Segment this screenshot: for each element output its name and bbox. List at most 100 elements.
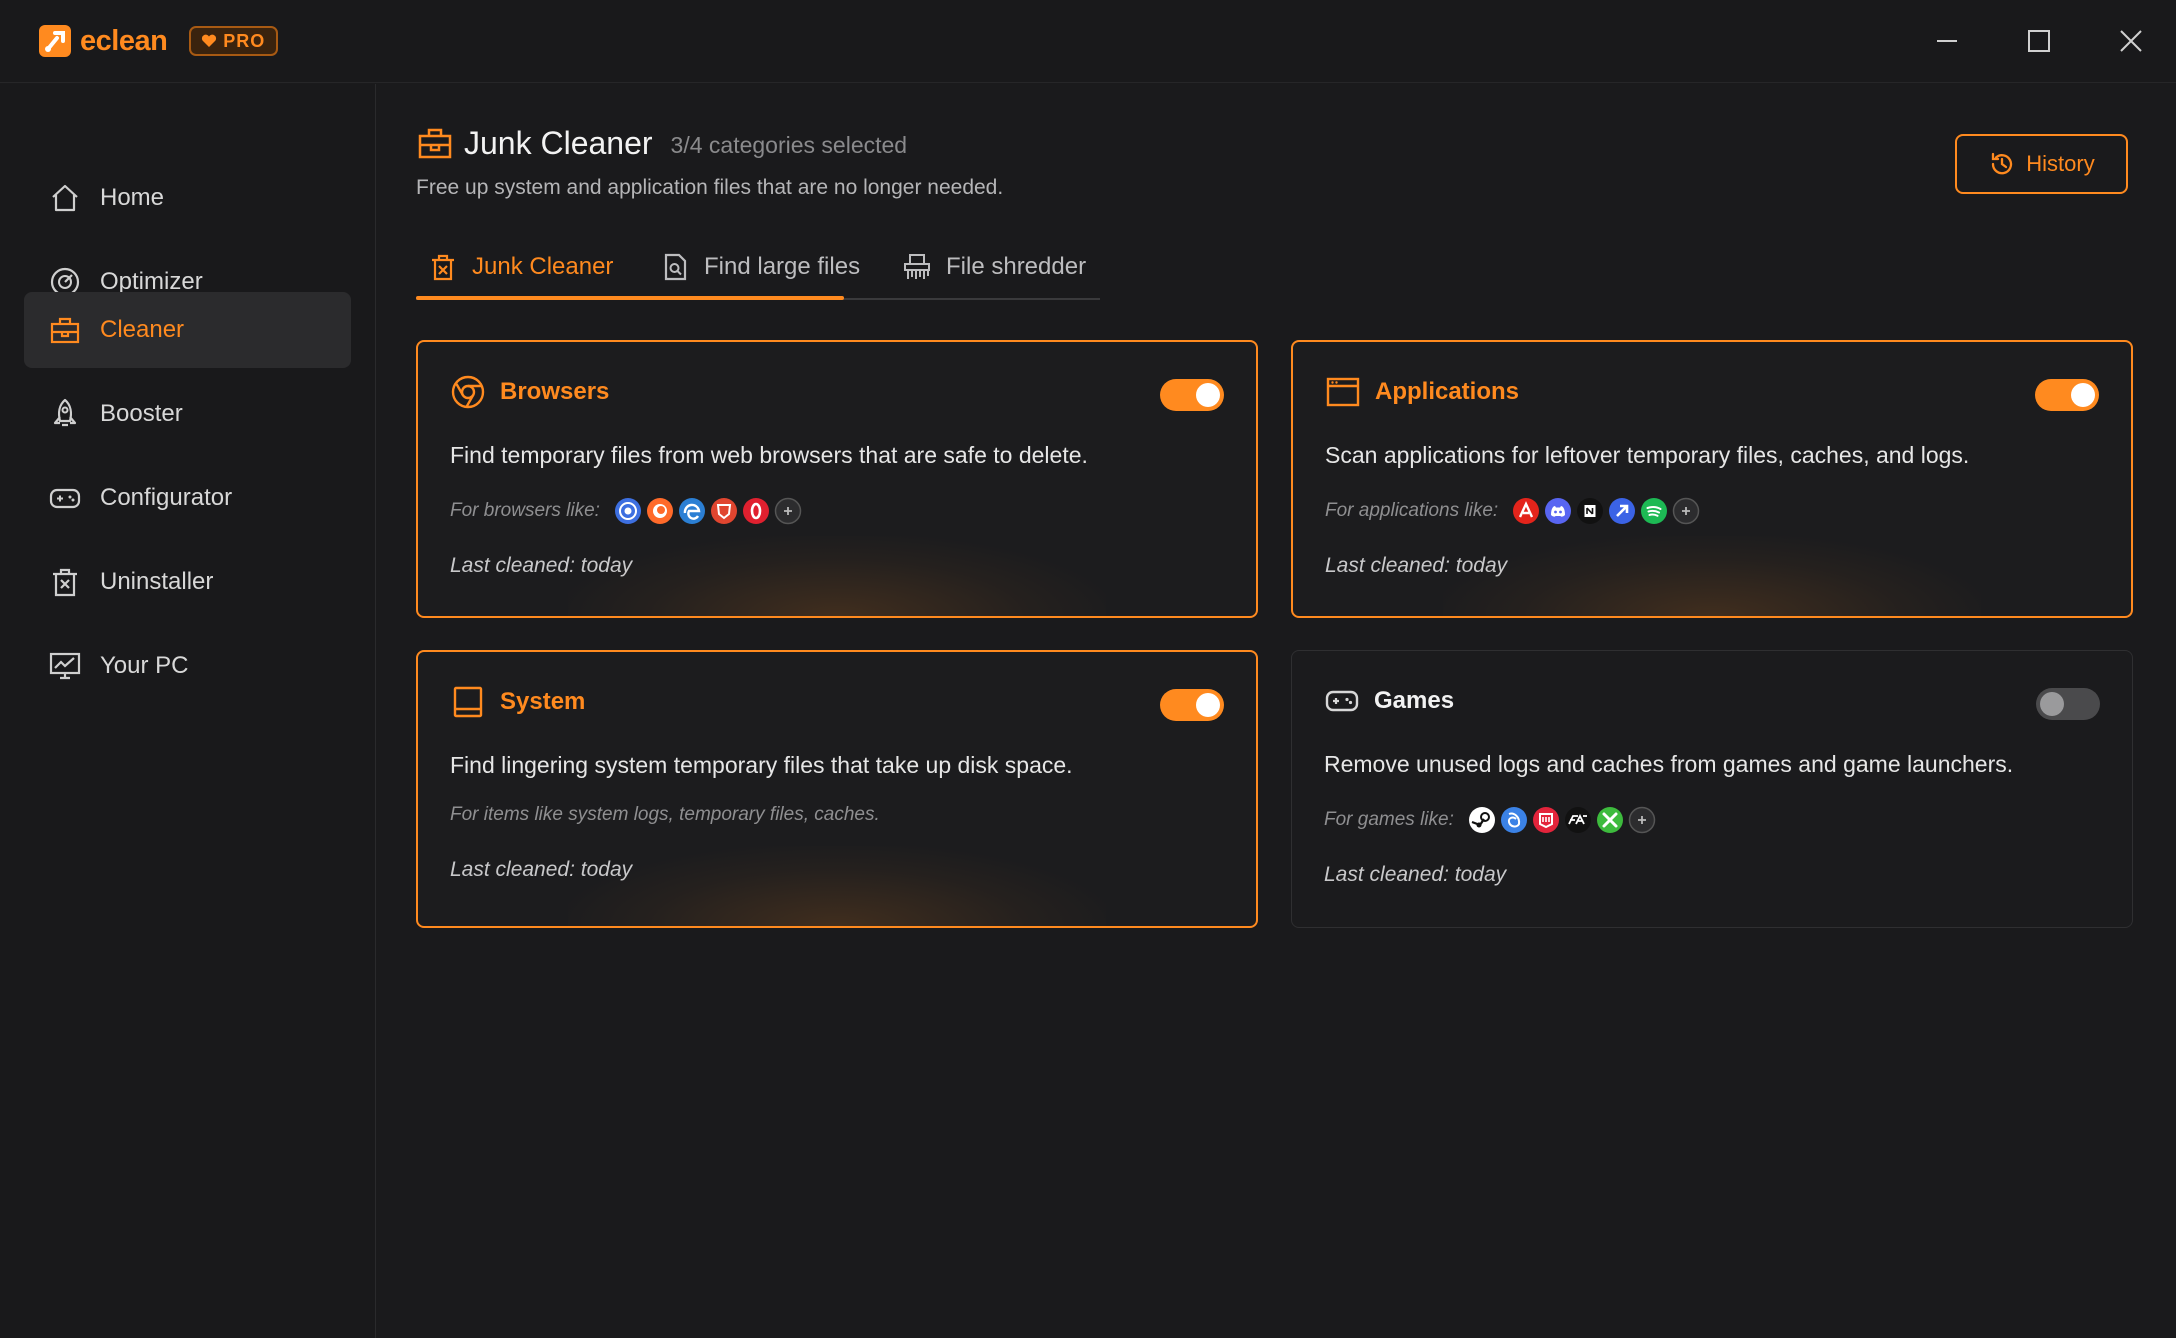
sidebar-item-label: Booster xyxy=(100,400,183,427)
tab-bar: Junk Cleaner Find large files File shred… xyxy=(416,236,1100,300)
close-icon xyxy=(2120,30,2142,52)
chrome-icon xyxy=(614,498,641,524)
adobe-icon xyxy=(1513,498,1540,524)
sidebar-item-label: Home xyxy=(100,184,165,211)
sidebar: Home Optimizer Cleaner Booster Configura… xyxy=(0,84,376,1338)
tab-file-shredder[interactable]: File shredder xyxy=(902,242,1086,292)
tab-junk-cleaner[interactable]: Junk Cleaner xyxy=(428,242,613,292)
card-title: System xyxy=(500,688,586,715)
more-icon xyxy=(1628,806,1656,834)
system-toggle[interactable] xyxy=(1160,689,1224,721)
category-card-applications[interactable]: Applications Scan applications for lefto… xyxy=(1291,340,2133,618)
maximize-icon xyxy=(2028,30,2050,52)
toolbox-icon xyxy=(418,128,452,159)
examples-label: For applications like: xyxy=(1325,500,1499,521)
page-header: Junk Cleaner 3/4 categories selected Fre… xyxy=(416,124,1003,200)
last-cleaned: Last cleaned: today xyxy=(1324,863,1507,886)
sidebar-item-label: Configurator xyxy=(100,484,233,511)
last-cleaned: Last cleaned: today xyxy=(1325,554,1508,577)
active-tab-indicator xyxy=(416,296,844,300)
ea-icon xyxy=(1564,807,1591,833)
sidebar-item-label: Cleaner xyxy=(100,316,185,343)
last-cleaned: Last cleaned: today xyxy=(450,554,633,577)
sidebar-item-label: Uninstaller xyxy=(100,568,214,595)
firefox-icon xyxy=(646,498,673,524)
laptop-icon xyxy=(453,686,483,718)
history-label: History xyxy=(2026,151,2095,176)
history-button[interactable]: History xyxy=(1955,134,2128,194)
toggle-knob xyxy=(1196,693,1220,717)
card-title: Games xyxy=(1374,687,1455,714)
battlenet-icon xyxy=(1500,807,1527,833)
examples-label: For games like: xyxy=(1324,809,1454,830)
more-icon xyxy=(1672,497,1700,525)
card-description: Find lingering system temporary files th… xyxy=(450,752,1073,778)
card-examples: For games like: xyxy=(1324,806,1656,834)
browsers-toggle[interactable] xyxy=(1160,379,1224,411)
card-description: Remove unused logs and caches from games… xyxy=(1324,751,2014,777)
card-description: Find temporary files from web browsers t… xyxy=(450,442,1088,468)
minimize-icon xyxy=(1937,40,1957,42)
examples-label: For items like system logs, temporary fi… xyxy=(450,804,880,825)
examples-label: For browsers like: xyxy=(450,500,600,521)
xbox-icon xyxy=(1596,807,1623,833)
sidebar-item-booster[interactable]: Booster xyxy=(24,376,351,452)
minimize-button[interactable] xyxy=(1928,22,1966,60)
sidebar-item-uninstaller[interactable]: Uninstaller xyxy=(24,544,351,620)
app-name: eclean xyxy=(80,25,168,57)
toolbox-icon xyxy=(50,317,80,344)
gamepad-icon xyxy=(1325,690,1359,712)
heart-icon xyxy=(202,34,217,47)
sidebar-item-configurator[interactable]: Configurator xyxy=(24,460,351,536)
tab-find-large-files[interactable]: Find large files xyxy=(660,242,860,292)
card-description: Scan applications for leftover temporary… xyxy=(1325,442,1970,468)
page-title: Junk Cleaner xyxy=(464,124,653,161)
file-search-icon xyxy=(664,253,687,281)
brave-icon xyxy=(710,498,737,524)
edge-icon xyxy=(678,498,705,524)
epic-icon xyxy=(1532,807,1559,833)
applications-toggle[interactable] xyxy=(2035,379,2099,411)
trash-icon xyxy=(53,568,77,597)
rocket-icon xyxy=(53,398,77,427)
notion-icon xyxy=(1577,498,1604,524)
gamepad-icon xyxy=(49,488,81,509)
history-icon xyxy=(1992,152,2013,175)
last-cleaned: Last cleaned: today xyxy=(450,858,633,881)
games-toggle[interactable] xyxy=(2036,688,2100,720)
steam-icon xyxy=(1468,807,1495,833)
tab-label: File shredder xyxy=(946,253,1087,280)
more-icon xyxy=(774,497,802,525)
discord-icon xyxy=(1545,498,1572,524)
category-card-system[interactable]: System Find lingering system temporary f… xyxy=(416,650,1258,928)
monitor-chart-icon xyxy=(49,652,81,680)
zoom-icon xyxy=(1609,498,1636,524)
trash-tab-icon xyxy=(432,254,454,281)
tab-label: Junk Cleaner xyxy=(472,253,614,280)
category-card-games[interactable]: Games Remove unused logs and caches from… xyxy=(1291,650,2133,928)
sidebar-item-label: Your PC xyxy=(100,652,189,679)
close-button[interactable] xyxy=(2112,22,2150,60)
tab-label: Find large files xyxy=(704,253,861,280)
shredder-icon xyxy=(904,254,930,279)
toggle-knob xyxy=(2071,383,2095,407)
maximize-button[interactable] xyxy=(2020,22,2058,60)
selection-count: 3/4 categories selected xyxy=(670,131,908,158)
card-title: Browsers xyxy=(500,378,610,405)
sidebar-item-your-pc[interactable]: Your PC xyxy=(24,628,351,704)
pro-badge: PRO xyxy=(189,26,279,56)
chrome-outline-icon xyxy=(451,375,485,409)
pro-badge-label: PRO xyxy=(223,30,266,51)
sidebar-item-home[interactable]: Home xyxy=(24,160,351,236)
opera-icon xyxy=(742,498,769,524)
category-card-browsers[interactable]: Browsers Find temporary files from web b… xyxy=(416,340,1258,618)
sidebar-item-cleaner[interactable]: Cleaner xyxy=(24,292,351,368)
page-subtitle: Free up system and application files tha… xyxy=(416,176,1004,199)
eclean-logo-icon xyxy=(39,25,71,57)
title-bar: eclean PRO xyxy=(0,0,2176,83)
toggle-knob xyxy=(1196,383,1220,407)
card-examples: For browsers like: xyxy=(450,497,802,525)
card-examples: For applications like: xyxy=(1325,497,1700,525)
window-icon xyxy=(1326,377,1360,407)
home-icon xyxy=(52,184,78,212)
